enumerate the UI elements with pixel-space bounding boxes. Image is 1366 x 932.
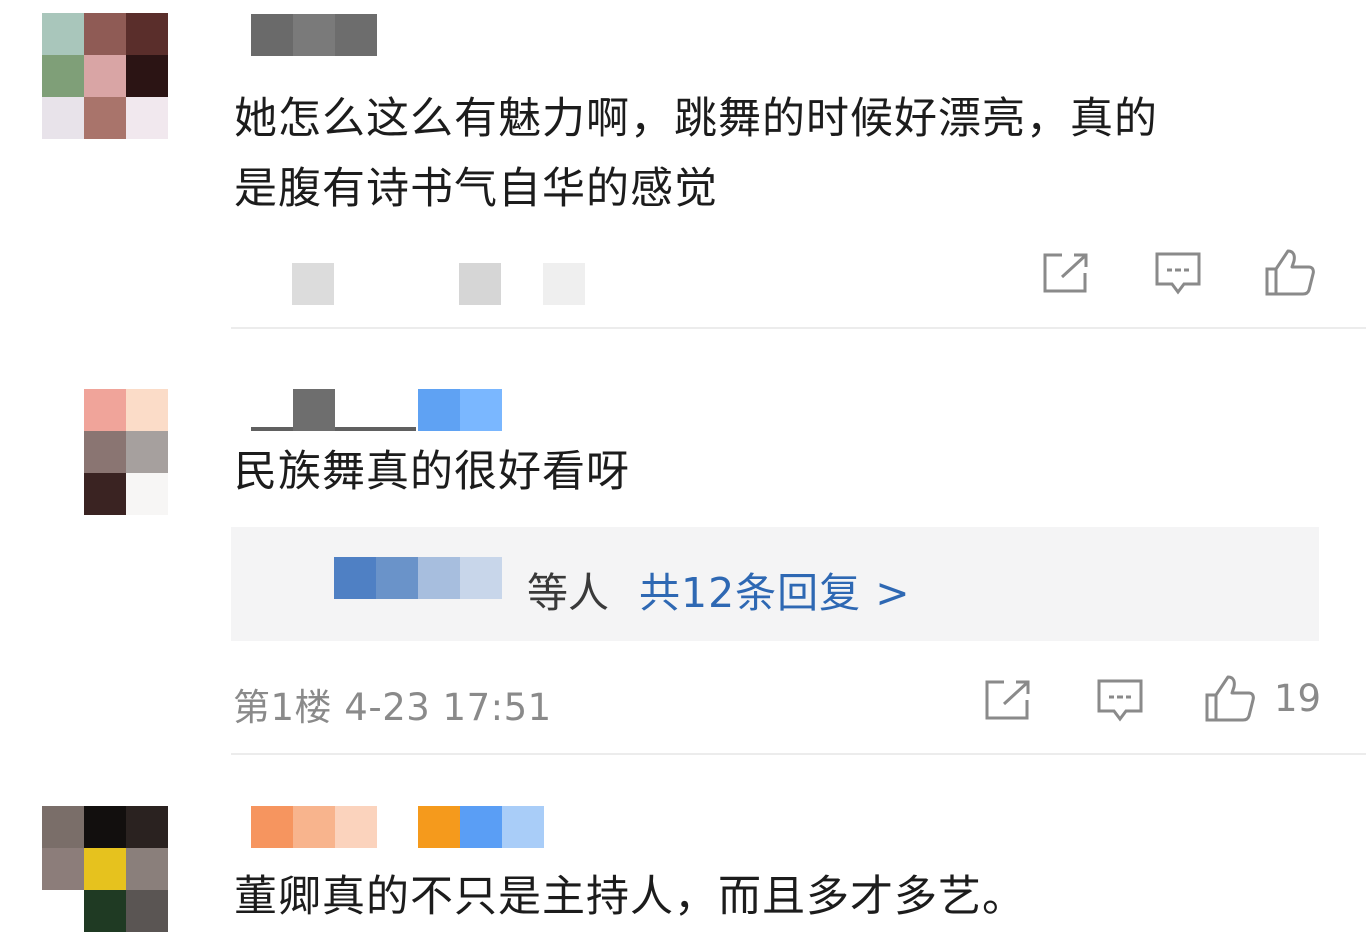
avatar-pixel bbox=[126, 13, 168, 55]
avatar-pixel bbox=[42, 55, 84, 97]
like-count: 19 bbox=[1274, 677, 1322, 720]
avatar-pixel bbox=[84, 848, 126, 890]
username-pixel bbox=[293, 806, 335, 848]
badge-pixel bbox=[418, 389, 460, 431]
avatar-pixel bbox=[84, 431, 126, 473]
avatar-pixel bbox=[42, 806, 84, 848]
meta-redacted bbox=[459, 263, 501, 305]
avatar-pixel bbox=[84, 97, 126, 139]
badge-pixel bbox=[418, 806, 460, 848]
avatar-pixel bbox=[84, 389, 126, 431]
meta-redacted bbox=[543, 263, 585, 305]
username[interactable] bbox=[251, 14, 377, 56]
avatar-pixel bbox=[126, 806, 168, 848]
divider bbox=[231, 753, 1366, 755]
reply-name-pixel bbox=[376, 557, 418, 599]
reply-names-mask bbox=[334, 557, 502, 599]
username-pixel bbox=[251, 14, 293, 56]
avatar-pixel bbox=[126, 890, 168, 932]
badge-pixel bbox=[502, 806, 544, 848]
avatar-pixel bbox=[42, 848, 84, 890]
divider bbox=[231, 327, 1366, 329]
comment-icon[interactable] bbox=[1154, 251, 1202, 297]
meta-redacted bbox=[292, 263, 334, 305]
avatar-pixel bbox=[42, 97, 84, 139]
avatar-pixel bbox=[126, 848, 168, 890]
avatar-pixel bbox=[84, 13, 126, 55]
reply-name-pixel bbox=[334, 557, 376, 599]
username-pixel bbox=[335, 806, 377, 848]
avatar-pixel bbox=[126, 473, 168, 515]
comment-text: 她怎么这么有魅力啊，跳舞的时候好漂亮，真的 是腹有诗书气自华的感觉 bbox=[234, 84, 1158, 224]
avatar-pixel bbox=[42, 13, 84, 55]
reply-name-pixel bbox=[460, 557, 502, 599]
username[interactable] bbox=[251, 806, 377, 848]
avatar[interactable] bbox=[84, 389, 210, 515]
avatar-pixel bbox=[168, 431, 210, 473]
floor-and-time: 第1楼 4-23 17:51 bbox=[233, 686, 552, 729]
avatar-pixel bbox=[126, 431, 168, 473]
avatar-pixel bbox=[84, 55, 126, 97]
username-pixel bbox=[251, 806, 293, 848]
avatar-pixel bbox=[168, 389, 210, 431]
avatar-pixel bbox=[126, 389, 168, 431]
comment-text-line: 她怎么这么有魅力啊，跳舞的时候好漂亮，真的 bbox=[234, 94, 1158, 144]
reply-names-label: 等人 bbox=[527, 569, 609, 617]
avatar-pixel bbox=[84, 890, 126, 932]
avatar-pixel bbox=[126, 97, 168, 139]
view-replies-link[interactable]: 共12条回复 > bbox=[639, 559, 911, 619]
badge-pixel bbox=[460, 389, 502, 431]
user-badge bbox=[418, 806, 544, 848]
thumbs-up-icon[interactable] bbox=[1204, 673, 1256, 723]
username-pixel bbox=[293, 14, 335, 56]
avatar-pixel bbox=[42, 890, 84, 932]
comment-icon[interactable] bbox=[1096, 678, 1144, 724]
avatar-pixel bbox=[84, 473, 126, 515]
reply-name-pixel bbox=[418, 557, 460, 599]
comment-text: 董卿真的不只是主持人，而且多才多艺。 bbox=[234, 872, 1026, 922]
avatar[interactable] bbox=[42, 13, 168, 139]
thumbs-up-icon[interactable] bbox=[1264, 247, 1316, 297]
share-icon[interactable] bbox=[1042, 251, 1090, 295]
avatar-pixel bbox=[168, 473, 210, 515]
user-badge bbox=[418, 389, 502, 431]
username-pixel bbox=[335, 14, 377, 56]
avatar-pixel bbox=[126, 55, 168, 97]
share-icon[interactable] bbox=[984, 678, 1032, 722]
reply-preview[interactable]: 等人 共12条回复 > bbox=[231, 527, 1319, 641]
comment-text: 民族舞真的很好看呀 bbox=[234, 447, 630, 497]
badge-pixel bbox=[460, 806, 502, 848]
comment-text-line: 是腹有诗书气自华的感觉 bbox=[234, 164, 718, 214]
avatar-pixel bbox=[84, 806, 126, 848]
username-mask bbox=[293, 389, 335, 431]
avatar[interactable] bbox=[42, 806, 168, 932]
username[interactable] bbox=[251, 389, 416, 431]
